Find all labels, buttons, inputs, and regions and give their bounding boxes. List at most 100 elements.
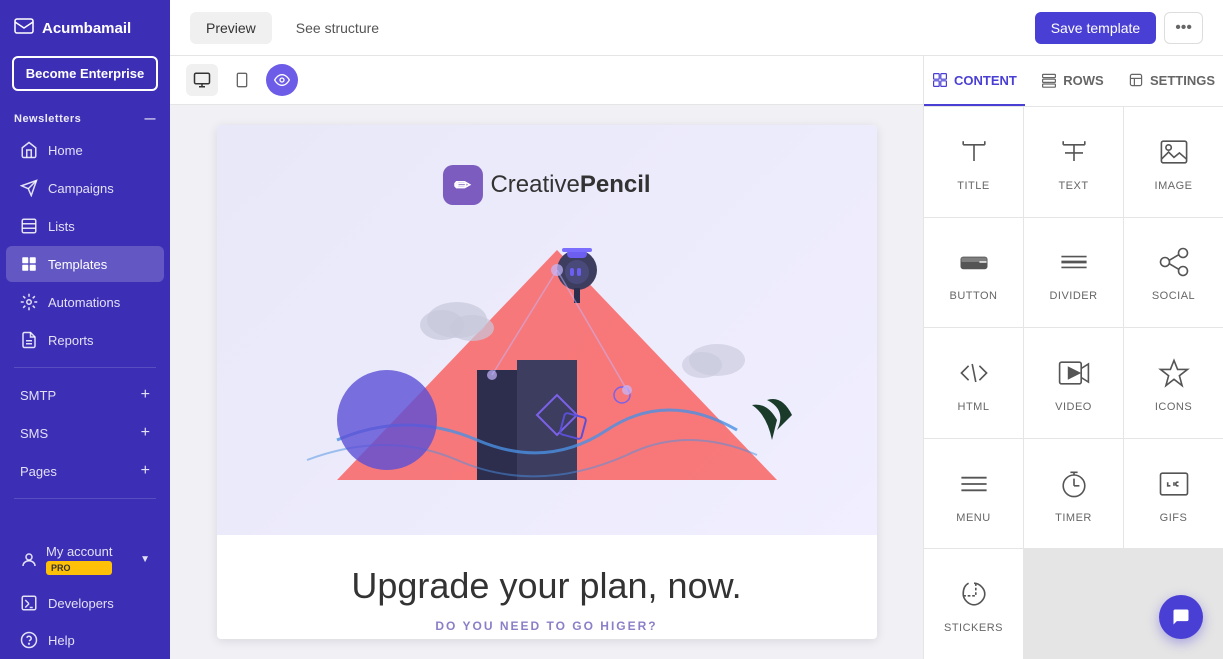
social-label: SOCIAL: [1152, 290, 1195, 302]
logo-text: CreativePencil: [490, 171, 650, 199]
become-enterprise-button[interactable]: Become Enterprise: [12, 56, 158, 91]
content-item-image[interactable]: IMAGE: [1124, 107, 1223, 217]
content-item-icons[interactable]: ICONS: [1124, 328, 1223, 438]
email-hero: ✏ CreativePencil: [217, 125, 877, 535]
account-label: My account: [46, 544, 112, 559]
title-icon: [954, 132, 994, 172]
email-preview: ✏ CreativePencil: [217, 125, 877, 639]
eye-icon: [274, 72, 290, 88]
sidebar-item-lists-label: Lists: [48, 219, 75, 234]
sidebar-item-automations[interactable]: Automations: [6, 284, 164, 320]
automations-icon: [20, 293, 38, 311]
mobile-device-button[interactable]: [226, 64, 258, 96]
desktop-device-button[interactable]: [186, 64, 218, 96]
logo-icon: [14, 18, 34, 38]
gifs-icon: [1154, 464, 1194, 504]
icons-icon: [1154, 353, 1194, 393]
sms-expand-icon: +: [141, 424, 150, 442]
content-item-text[interactable]: TEXT: [1024, 107, 1123, 217]
sidebar-item-reports-label: Reports: [48, 333, 94, 348]
reports-icon: [20, 331, 38, 349]
sidebar-item-templates[interactable]: Templates: [6, 246, 164, 282]
hero-illustration: [257, 220, 837, 490]
content-item-social[interactable]: SOCIAL: [1124, 218, 1223, 328]
mobile-icon: [234, 72, 250, 88]
right-panel: CONTENT ROWS SETTINGS: [923, 56, 1223, 659]
content-item-divider[interactable]: DIVIDER: [1024, 218, 1123, 328]
tab-settings[interactable]: SETTINGS: [1120, 56, 1223, 106]
developers-icon: [20, 594, 38, 612]
email-subheadline: DO YOU NEED TO GO HIGER?: [267, 619, 827, 633]
content-item-button[interactable]: BUTTON: [924, 218, 1023, 328]
desktop-icon: [193, 71, 211, 89]
image-label: IMAGE: [1155, 180, 1193, 192]
tab-content[interactable]: CONTENT: [924, 56, 1025, 106]
chat-icon: [1171, 607, 1191, 627]
canvas-area: ✏ CreativePencil: [170, 56, 1223, 659]
divider-label: DIVIDER: [1049, 290, 1097, 302]
video-icon: [1054, 353, 1094, 393]
content-item-gifs[interactable]: GIFS: [1124, 439, 1223, 549]
templates-icon: [20, 255, 38, 273]
sidebar-item-help-label: Help: [48, 633, 75, 648]
sidebar-item-campaigns[interactable]: Campaigns: [6, 170, 164, 206]
sidebar-item-developers-label: Developers: [48, 596, 114, 611]
logo-icon-box: ✏: [442, 165, 482, 205]
button-label: BUTTON: [949, 290, 997, 302]
more-options-button[interactable]: •••: [1164, 12, 1203, 44]
account-icon: [20, 551, 38, 569]
video-label: VIDEO: [1055, 401, 1092, 413]
sidebar-item-reports[interactable]: Reports: [6, 322, 164, 358]
see-structure-tab[interactable]: See structure: [280, 12, 395, 44]
sidebar-item-home-label: Home: [48, 143, 83, 158]
title-label: TITLE: [957, 180, 989, 192]
tab-rows[interactable]: ROWS: [1025, 56, 1120, 106]
sidebar-item-campaigns-label: Campaigns: [48, 181, 114, 196]
app-logo: Acumbamail: [0, 0, 170, 56]
content-grid: TITLE TEXT: [924, 107, 1223, 659]
social-icon: [1154, 242, 1194, 282]
sidebar-item-pages[interactable]: Pages +: [6, 453, 164, 489]
sidebar-item-lists[interactable]: Lists: [6, 208, 164, 244]
content-item-menu[interactable]: MENU: [924, 439, 1023, 549]
divider-1: [14, 367, 156, 368]
icons-label: ICONS: [1155, 401, 1192, 413]
sidebar-item-help[interactable]: Help: [6, 622, 164, 658]
menu-icon: [954, 464, 994, 504]
eye-preview-button[interactable]: [266, 64, 298, 96]
sidebar-bottom: My account PRO ▼ Developers Help: [0, 534, 170, 659]
account-chevron-icon: ▼: [140, 554, 150, 565]
home-icon: [20, 141, 38, 159]
pages-expand-icon: +: [141, 462, 150, 480]
button-icon: [954, 242, 994, 282]
save-template-button[interactable]: Save template: [1035, 12, 1157, 44]
sidebar-item-home[interactable]: Home: [6, 132, 164, 168]
sidebar-item-smtp[interactable]: SMTP +: [6, 377, 164, 413]
preview-tab[interactable]: Preview: [190, 12, 272, 44]
sidebar-item-templates-label: Templates: [48, 257, 107, 272]
content-item-video[interactable]: VIDEO: [1024, 328, 1123, 438]
content-item-timer[interactable]: TIMER: [1024, 439, 1123, 549]
content-item-html[interactable]: HTML: [924, 328, 1023, 438]
content-item-title[interactable]: TITLE: [924, 107, 1023, 217]
image-icon: [1154, 132, 1194, 172]
newsletters-section: Newsletters —: [0, 107, 170, 131]
sidebar-item-developers[interactable]: Developers: [6, 585, 164, 621]
sidebar-item-automations-label: Automations: [48, 295, 120, 310]
chat-button[interactable]: [1159, 595, 1203, 639]
gifs-label: GIFS: [1160, 512, 1188, 524]
content-tab-icon: [932, 72, 948, 88]
smtp-expand-icon: +: [141, 386, 150, 404]
help-icon: [20, 631, 38, 649]
text-label: TEXT: [1058, 180, 1088, 192]
stickers-icon: [954, 574, 994, 614]
email-body: Upgrade your plan, now. DO YOU NEED TO G…: [217, 535, 877, 639]
preview-panel: ✏ CreativePencil: [170, 56, 923, 659]
sidebar-item-sms[interactable]: SMS +: [6, 415, 164, 451]
stickers-label: STICKERS: [944, 622, 1003, 634]
rows-tab-icon: [1041, 72, 1057, 88]
sidebar-item-my-account[interactable]: My account PRO ▼: [6, 535, 164, 584]
content-item-stickers[interactable]: STICKERS: [924, 549, 1023, 659]
right-panel-tabs: CONTENT ROWS SETTINGS: [924, 56, 1223, 107]
email-headline: Upgrade your plan, now.: [267, 565, 827, 607]
